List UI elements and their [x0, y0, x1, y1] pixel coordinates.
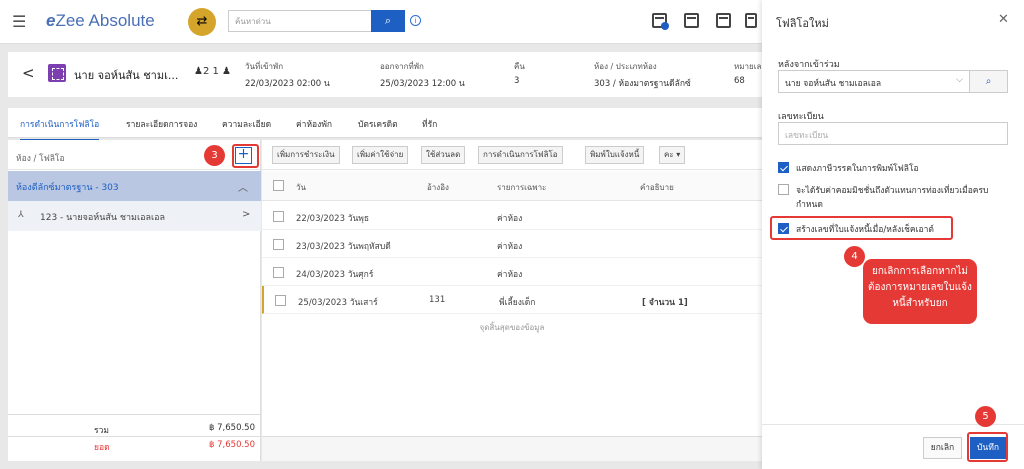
- right-footer: [262, 436, 762, 461]
- total-value: ฿ 7,650.50: [209, 423, 255, 433]
- calendar-more-icon[interactable]: [745, 13, 757, 28]
- folio-item[interactable]: ⅄ 123 - นายจอห์นสัน ชามเอลเอล >: [8, 201, 261, 231]
- switch-icon[interactable]: ⇄: [188, 8, 216, 36]
- folio-list-pane: ห้อง / โฟลิโอ + ห้องดีลักซ์มาตรฐาน - 303…: [8, 140, 261, 461]
- tree-icon: ⅄: [18, 210, 24, 220]
- chevron-down-icon: ⌵: [956, 75, 963, 85]
- print-invoice-button[interactable]: พิมพ์ใบแจ้งหนี้: [585, 146, 645, 164]
- pax-count: ♟2 1 ♟: [194, 66, 232, 77]
- tab-credit-card[interactable]: บัตรเครดิต: [358, 117, 398, 131]
- search-guest-button[interactable]: ⌕: [970, 70, 1008, 93]
- tab-booking-details[interactable]: รายละเอียดการจอง: [126, 117, 197, 131]
- tab-bar: การดำเนินการโฟลิโอ รายละเอียดการจอง ความ…: [8, 108, 762, 141]
- reservation-header: < นาย จอห์นสัน ชามเ... ♟2 1 ♟ วันที่เข้า…: [8, 52, 762, 97]
- add-charge-button[interactable]: เพิ่มค่าใช้จ่าย: [352, 146, 409, 164]
- commission-checkbox[interactable]: [778, 184, 789, 195]
- calendar-add-icon[interactable]: [652, 13, 669, 30]
- tab-folio-ops[interactable]: การดำเนินการโฟลิโอ: [20, 117, 100, 141]
- chevron-right-icon: >: [242, 209, 251, 220]
- room-group-label: ห้องดีลักซ์มาตรฐาน - 303: [16, 183, 119, 193]
- guest-name: นาย จอห์นสัน ชามเ...: [74, 69, 179, 82]
- tab-details[interactable]: ความละเอียด: [222, 117, 271, 131]
- col-date: วัน: [296, 183, 306, 192]
- info-icon[interactable]: i: [410, 15, 421, 26]
- show-tax-checkbox[interactable]: [778, 162, 789, 173]
- step-5-marker: 5: [975, 406, 996, 427]
- row-checkbox[interactable]: [273, 239, 284, 250]
- folio-list-title: ห้อง / โฟลิโอ: [16, 154, 65, 164]
- search-button[interactable]: ⌕: [371, 10, 405, 32]
- from-label: หลังจากเข้าร่วม: [778, 60, 840, 70]
- left-footer: [8, 436, 261, 461]
- more-button[interactable]: คะ ▾: [659, 146, 686, 164]
- top-bar: ☰ eZee Absolute ⇄ ค้นหาด่วน ⌕ i: [0, 0, 762, 44]
- calendar-grid-icon[interactable]: [684, 13, 699, 28]
- apply-discount-button[interactable]: ใช้ส่วนลด: [421, 146, 466, 164]
- room-info: ห้อง / ประเภทห้อง 303 / ห้องมาตรฐานดีลักซ…: [594, 62, 691, 89]
- cancel-button[interactable]: ยกเลิก: [923, 437, 962, 459]
- folio-ops-button[interactable]: การดำเนินการโฟลิโอ: [478, 146, 563, 164]
- close-icon[interactable]: ✕: [998, 12, 1009, 27]
- col-item: รายการเฉพาะ: [497, 183, 547, 192]
- select-all-checkbox[interactable]: [273, 180, 284, 191]
- transactions-pane: เพิ่มการชำระเงิน เพิ่มค่าใช้จ่าย ใช้ส่วน…: [262, 140, 762, 461]
- folio-item-label: 123 - นายจอห์นสัน ชามเอลเอล: [40, 213, 165, 223]
- col-desc: คำอธิบาย: [640, 183, 674, 192]
- panel-title: โฟลิโอใหม่: [776, 17, 829, 30]
- end-of-data: จุดสิ้นสุดของข้อมูล: [479, 323, 545, 332]
- table-row[interactable]: 25/03/2023 วันเสาร์ 131 พี่เลี้ยงเด็ก[ จำน…: [262, 286, 762, 314]
- guest-icon: [48, 64, 66, 82]
- menu-icon[interactable]: ☰: [12, 12, 26, 31]
- table-row[interactable]: 24/03/2023 วันศุกร์ ค่าห้อง: [262, 258, 762, 286]
- step-3-marker: 3: [204, 145, 225, 166]
- checkout-info: ออกจากที่พัก 25/03/2023 12:00 น: [380, 62, 465, 89]
- table-header: วัน อ้างอิง รายการเฉพาะ คำอธิบาย: [262, 171, 762, 201]
- highlight-save: [967, 432, 1008, 462]
- reg-label: เลขทะเบียน: [778, 112, 824, 122]
- back-icon[interactable]: <: [22, 64, 35, 82]
- tab-room-charges[interactable]: ค่าห้องพัก: [296, 117, 332, 131]
- add-payment-button[interactable]: เพิ่มการชำระเงิน: [272, 146, 340, 164]
- reg-input[interactable]: เลขทะเบียน: [778, 122, 1008, 145]
- row-checkbox[interactable]: [275, 295, 286, 306]
- checkin-info: วันที่เข้าพัก 22/03/2023 02:00 น: [245, 62, 330, 89]
- tab-favorite[interactable]: ที่รัก: [422, 117, 437, 131]
- app-logo: eZee Absolute: [46, 11, 155, 30]
- table-row[interactable]: 23/03/2023 วันพฤหัสบดี ค่าห้อง: [262, 230, 762, 258]
- table-row[interactable]: 22/03/2023 วันพุธ ค่าห้อง: [262, 202, 762, 230]
- nights-info: คืน 3: [514, 62, 525, 86]
- row-checkbox[interactable]: [273, 267, 284, 278]
- chevron-up-icon: ︿: [238, 183, 248, 194]
- instruction-callout: ยกเลิกการเลือกหากไม่ต้องการหมายเลขใบแจ้ง…: [863, 259, 977, 324]
- step-4-marker: 4: [844, 246, 865, 267]
- calendar-icon[interactable]: [716, 13, 731, 28]
- search-input[interactable]: ค้นหาด่วน: [228, 10, 371, 32]
- number-info: หมายเล 68: [734, 62, 762, 86]
- row-checkbox[interactable]: [273, 211, 284, 222]
- highlight-add-folio: [232, 144, 259, 168]
- from-select[interactable]: นาย จอห์นสัน ชามเอลเอล ⌵: [778, 70, 970, 93]
- col-ref: อ้างอิง: [427, 183, 449, 192]
- highlight-invoice-option: [770, 216, 953, 240]
- room-group[interactable]: ห้องดีลักซ์มาตรฐาน - 303 ︿: [8, 171, 261, 201]
